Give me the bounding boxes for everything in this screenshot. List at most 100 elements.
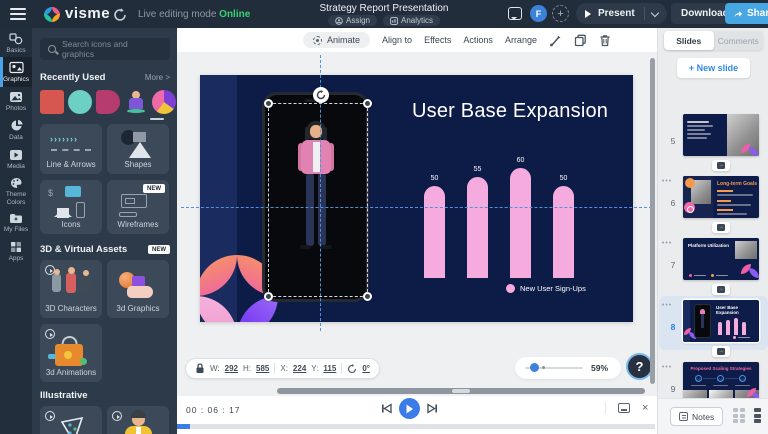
rotate-handle[interactable] [313, 87, 329, 103]
palette-icon [10, 177, 23, 189]
minimize-timeline-icon[interactable] [618, 403, 630, 413]
skip-forward-icon[interactable] [427, 403, 438, 414]
notes-button[interactable]: Notes [670, 407, 723, 426]
new-badge: NEW [143, 184, 165, 193]
online-badge: Online [219, 9, 250, 20]
search-input[interactable]: Search icons and graphics [40, 38, 170, 60]
slide-thumbnail-7[interactable]: Platform Utilization [683, 238, 759, 280]
sidebar-item-media[interactable]: Media [0, 145, 32, 173]
width-field[interactable]: 292 [225, 364, 238, 373]
slide-menu-dots[interactable]: ••• [660, 302, 674, 309]
category-wireframes[interactable]: NEW Wireframes [107, 180, 169, 234]
category-shapes[interactable]: Shapes [107, 124, 169, 174]
duplicate-icon[interactable] [574, 34, 587, 47]
vertical-scrollbar[interactable] [650, 58, 655, 384]
align-to-button[interactable]: Align to [382, 35, 412, 45]
comments-icon[interactable] [508, 7, 522, 20]
present-button[interactable]: Present [576, 8, 644, 19]
style-brush-icon[interactable] [549, 34, 562, 47]
transition-button[interactable]: → [712, 222, 730, 233]
sidebar-item-my-files[interactable]: My Files [0, 209, 32, 236]
skip-back-icon[interactable] [381, 403, 392, 414]
resize-handle-top-right[interactable] [363, 99, 372, 108]
document-title[interactable]: Strategy Report Presentation [284, 3, 484, 14]
transition-button[interactable]: → [712, 284, 730, 295]
tab-slides[interactable]: Slides [664, 31, 714, 50]
chart-legend[interactable]: New User Sign-Ups [506, 284, 586, 293]
close-timeline-icon[interactable]: × [642, 403, 648, 414]
transition-button[interactable]: → [712, 346, 730, 357]
actions-button[interactable]: Actions [463, 35, 493, 45]
slide-title-text[interactable]: User Base Expansion [412, 100, 608, 123]
zoom-slider[interactable] [525, 367, 583, 370]
effects-button[interactable]: Effects [424, 35, 451, 45]
play-button[interactable] [399, 398, 420, 419]
list-view-icon[interactable] [754, 408, 761, 423]
add-collaborator-button[interactable]: + [552, 5, 569, 22]
help-button[interactable]: ? [626, 353, 653, 380]
rotation-field[interactable]: 0° [362, 364, 370, 373]
progress-track[interactable] [177, 424, 655, 429]
category-illustrative-characters[interactable]: Characters [107, 406, 169, 434]
more-link[interactable]: More > [145, 73, 170, 82]
graphics-panel: Search icons and graphics Recently Used … [32, 28, 177, 434]
visme-logo[interactable]: visme [44, 5, 110, 22]
sidebar-item-apps[interactable]: Apps [0, 237, 32, 265]
horizontal-scrollbar[interactable] [277, 388, 645, 394]
slide-menu-dots[interactable]: ••• [660, 364, 674, 371]
share-button[interactable]: Share [725, 3, 768, 24]
lock-icon[interactable] [195, 363, 205, 374]
grid-view-icon[interactable] [733, 408, 746, 423]
top-bar: visme Live editing mode Online Strategy … [0, 0, 768, 28]
arrange-button[interactable]: Arrange [505, 35, 537, 45]
user-avatar[interactable]: F [530, 5, 547, 22]
category-3d-animations[interactable]: 3d Animations [40, 324, 102, 382]
recent-3d-pie-chart[interactable] [152, 90, 176, 114]
category-3d-graphics[interactable]: 3d Graphics [107, 260, 169, 318]
recent-shape-circle[interactable] [68, 90, 92, 114]
category-icons[interactable]: $ Icons [40, 180, 102, 234]
slide-thumbnail-8-current[interactable]: User Base Expansion [683, 300, 759, 342]
play-badge-icon [112, 411, 122, 421]
assign-button[interactable]: Assign [328, 15, 377, 26]
sidebar-item-theme-colors[interactable]: Theme Colors [0, 173, 32, 209]
recent-scrollbar[interactable] [150, 118, 164, 120]
hamburger-menu-icon[interactable] [10, 8, 26, 20]
scrollbar-handle[interactable] [452, 389, 470, 393]
x-field[interactable]: 224 [293, 364, 306, 373]
recent-shape-square[interactable] [40, 90, 64, 114]
slide-menu-dots[interactable]: ••• [660, 240, 674, 247]
animate-icon [313, 36, 322, 45]
resize-handle-bottom-right[interactable] [363, 292, 372, 301]
category-3d-characters[interactable]: 3D Characters [40, 260, 102, 318]
sidebar-item-basics[interactable]: Basics [0, 28, 32, 57]
category-illustrative-icons[interactable]: Icons [40, 406, 102, 434]
present-dropdown-chevron-icon[interactable] [650, 8, 658, 16]
zoom-slider-handle[interactable] [530, 363, 539, 372]
slide-thumbnail-9[interactable]: Proposed Scaling Strategies 01 02 03 [683, 362, 759, 398]
transition-button[interactable]: → [712, 160, 730, 171]
resize-handle-bottom-left[interactable] [264, 292, 273, 301]
slide-menu-dots[interactable]: ••• [660, 178, 674, 185]
zoom-percentage[interactable]: 59% [591, 363, 608, 373]
sidebar-item-photos[interactable]: Photos [0, 87, 32, 115]
slide-thumbnail-6[interactable]: Long-term Goals [683, 176, 759, 218]
delete-icon[interactable] [599, 34, 611, 47]
category-line-arrows[interactable]: ››››››› Line & Arrows [40, 124, 102, 174]
sidebar-item-data[interactable]: Data [0, 115, 32, 144]
animate-button[interactable]: Animate [303, 32, 370, 48]
y-field[interactable]: 115 [323, 364, 336, 373]
section-3d-header: 3D & Virtual Assets NEW [40, 244, 170, 255]
resize-handle-top-left[interactable] [264, 99, 273, 108]
slide-canvas[interactable]: User Base Expansion 50556050 New User Si… [200, 75, 633, 322]
undo-icon[interactable] [112, 6, 128, 22]
analytics-button[interactable]: Analytics [383, 15, 440, 26]
recent-3d-character[interactable] [124, 90, 148, 114]
sidebar-item-graphics[interactable]: Graphics [0, 57, 32, 86]
recent-shape-blob[interactable] [96, 90, 120, 114]
slide-chart-bars[interactable]: 50556050 [424, 157, 574, 278]
new-slide-button[interactable]: + New slide [677, 58, 750, 78]
height-field[interactable]: 585 [256, 364, 269, 373]
slide-thumbnail-5[interactable] [683, 114, 759, 156]
tab-comments[interactable]: Comments [714, 31, 764, 50]
